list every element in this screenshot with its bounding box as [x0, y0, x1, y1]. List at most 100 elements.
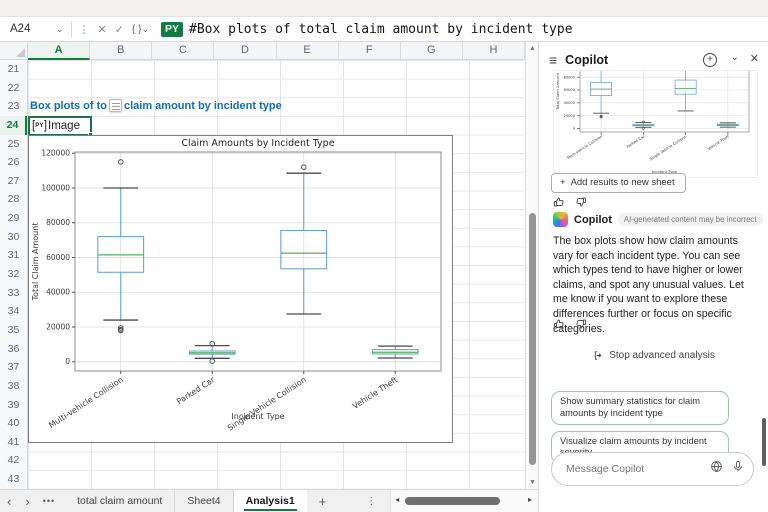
row-header-30[interactable]: 30: [0, 228, 27, 247]
copilot-result-chart[interactable]: 020000400006000080000100000120000Multi-v…: [553, 70, 758, 178]
copilot-chat-input[interactable]: Message Copilot: [551, 452, 754, 486]
column-header-g[interactable]: G: [401, 42, 463, 60]
column-header-b[interactable]: B: [90, 42, 152, 60]
row-header-33[interactable]: 33: [0, 284, 27, 303]
row-header-37[interactable]: 37: [0, 358, 27, 377]
name-box-chevron-icon[interactable]: ⌄: [56, 24, 64, 35]
sheet-tab-analysis1[interactable]: Analysis1: [234, 490, 307, 512]
ribbon-edge: [0, 0, 768, 17]
row-header-39[interactable]: 39: [0, 396, 27, 415]
column-header-a[interactable]: A: [28, 42, 90, 60]
svg-text:Total Claim Amount: Total Claim Amount: [31, 223, 40, 302]
feedback-row: [553, 196, 587, 208]
exit-icon: [593, 350, 604, 361]
svg-text:60000: 60000: [46, 253, 70, 262]
svg-text:20000: 20000: [564, 114, 576, 118]
agents-icon[interactable]: [710, 460, 723, 478]
sheet-nav-left-icon[interactable]: ‹: [0, 494, 18, 509]
row-header-40[interactable]: 40: [0, 414, 27, 433]
svg-text:40000: 40000: [564, 101, 576, 105]
microphone-icon[interactable]: [732, 460, 744, 478]
collapse-pane-icon[interactable]: ⌄: [731, 52, 739, 63]
pane-scrollbar-thumb[interactable]: [762, 418, 766, 466]
column-header-d[interactable]: D: [214, 42, 276, 60]
thumbs-down-icon[interactable]: [575, 318, 587, 330]
menu-icon[interactable]: ≡: [549, 52, 557, 68]
row-header-29[interactable]: 29: [0, 209, 27, 228]
insert-function-chevron-icon[interactable]: ⌄: [141, 24, 149, 35]
horizontal-scrollbar[interactable]: ◂ ▸: [390, 490, 538, 512]
thumbs-up-icon[interactable]: [553, 196, 565, 208]
row-header-32[interactable]: 32: [0, 265, 27, 284]
selected-cell-a24[interactable]: [ PY ] Image: [28, 116, 92, 136]
py-object-icon: PY: [35, 123, 44, 129]
data-card-icon[interactable]: [109, 99, 122, 112]
row-header-21[interactable]: 21: [0, 60, 27, 79]
insert-function-icon[interactable]: { }: [132, 24, 141, 35]
row-header-31[interactable]: 31: [0, 246, 27, 265]
cell-a23-right: claim amount by incident type: [124, 100, 282, 112]
hscroll-left-icon[interactable]: ◂: [395, 495, 399, 504]
row-header-35[interactable]: 35: [0, 321, 27, 340]
svg-text:60000: 60000: [564, 88, 576, 92]
row-header-26[interactable]: 26: [0, 153, 27, 172]
thumbs-down-icon[interactable]: [575, 196, 587, 208]
svg-text:80000: 80000: [46, 218, 70, 227]
sheet-list-icon[interactable]: •••: [37, 496, 61, 506]
column-header-e[interactable]: E: [277, 42, 339, 60]
cell-a23-text[interactable]: Box plots of to claim amount by incident…: [30, 99, 282, 112]
feedback-row: [553, 318, 587, 330]
thumbs-up-icon[interactable]: [553, 318, 565, 330]
add-sheet-button[interactable]: +: [307, 494, 339, 509]
copilot-brand-name: Copilot: [574, 214, 612, 226]
chat-placeholder: Message Copilot: [566, 463, 710, 475]
cell-a23-left: Box plots of to: [30, 100, 107, 112]
row-header-24[interactable]: 24: [0, 116, 27, 135]
row-header-36[interactable]: 36: [0, 340, 27, 359]
formula-bar: A24 ⌄ ⋮ ✕ ✓ { } ⌄ PY #Box plots of total…: [0, 17, 768, 42]
select-all-corner[interactable]: [0, 42, 28, 60]
row-header-42[interactable]: 42: [0, 451, 27, 470]
row-header-28[interactable]: 28: [0, 190, 27, 209]
formula-input[interactable]: #Box plots of total claim amount by inci…: [189, 22, 573, 37]
row-header-38[interactable]: 38: [0, 377, 27, 396]
row-header-23[interactable]: 23: [0, 97, 27, 116]
horizontal-scrollbar-thumb[interactable]: [405, 497, 500, 505]
sheet-tab-sheet4[interactable]: Sheet4: [175, 490, 233, 512]
column-header-f[interactable]: F: [339, 42, 401, 60]
svg-text:100000: 100000: [41, 183, 70, 192]
tab-options-icon[interactable]: ⋮: [338, 496, 390, 507]
suggestion-pill-1[interactable]: Show summary statistics for claim amount…: [551, 391, 729, 425]
row-header-25[interactable]: 25: [0, 135, 27, 154]
cancel-icon[interactable]: ✕: [98, 23, 107, 36]
column-header-c[interactable]: C: [152, 42, 214, 60]
row-header-22[interactable]: 22: [0, 79, 27, 98]
sheet-tabs: total claim amountSheet4Analysis1: [65, 490, 307, 512]
close-pane-icon[interactable]: ✕: [750, 52, 759, 65]
name-box[interactable]: A24: [0, 23, 56, 35]
copilot-logo-icon: [553, 212, 568, 227]
vertical-scrollbar-thumb[interactable]: [529, 213, 536, 465]
row-header-43[interactable]: 43: [0, 470, 27, 489]
vertical-scrollbar[interactable]: ▲ ▼: [525, 42, 538, 489]
enter-icon[interactable]: ✓: [115, 23, 124, 36]
boxplot-svg: 020000400006000080000100000120000Multi-v…: [554, 70, 757, 178]
row-header-34[interactable]: 34: [0, 302, 27, 321]
row-header-41[interactable]: 41: [0, 433, 27, 452]
boxplot-svg: 020000400006000080000100000120000Multi-v…: [29, 136, 452, 442]
copilot-pane-title: Copilot: [565, 53, 608, 67]
add-results-button[interactable]: + Add results to new sheet: [551, 173, 686, 193]
sheet-nav-right-icon[interactable]: ›: [18, 494, 36, 509]
stop-advanced-analysis-button[interactable]: Stop advanced analysis: [539, 350, 768, 361]
hscroll-right-icon[interactable]: ▸: [528, 495, 532, 504]
svg-text:40000: 40000: [46, 288, 70, 297]
python-badge: PY: [161, 22, 183, 37]
svg-text:Claim Amounts by Incident Type: Claim Amounts by Incident Type: [181, 138, 334, 149]
column-header-h[interactable]: H: [463, 42, 525, 60]
row-header-27[interactable]: 27: [0, 172, 27, 191]
new-chat-icon[interactable]: +: [703, 53, 717, 67]
python-boxplot-image[interactable]: 020000400006000080000100000120000Multi-v…: [28, 135, 453, 443]
svg-text:120000: 120000: [41, 149, 70, 158]
ai-disclaimer-badge: AI-generated content may be incorrect: [618, 213, 763, 226]
sheet-tab-total-claim-amount[interactable]: total claim amount: [65, 490, 175, 512]
